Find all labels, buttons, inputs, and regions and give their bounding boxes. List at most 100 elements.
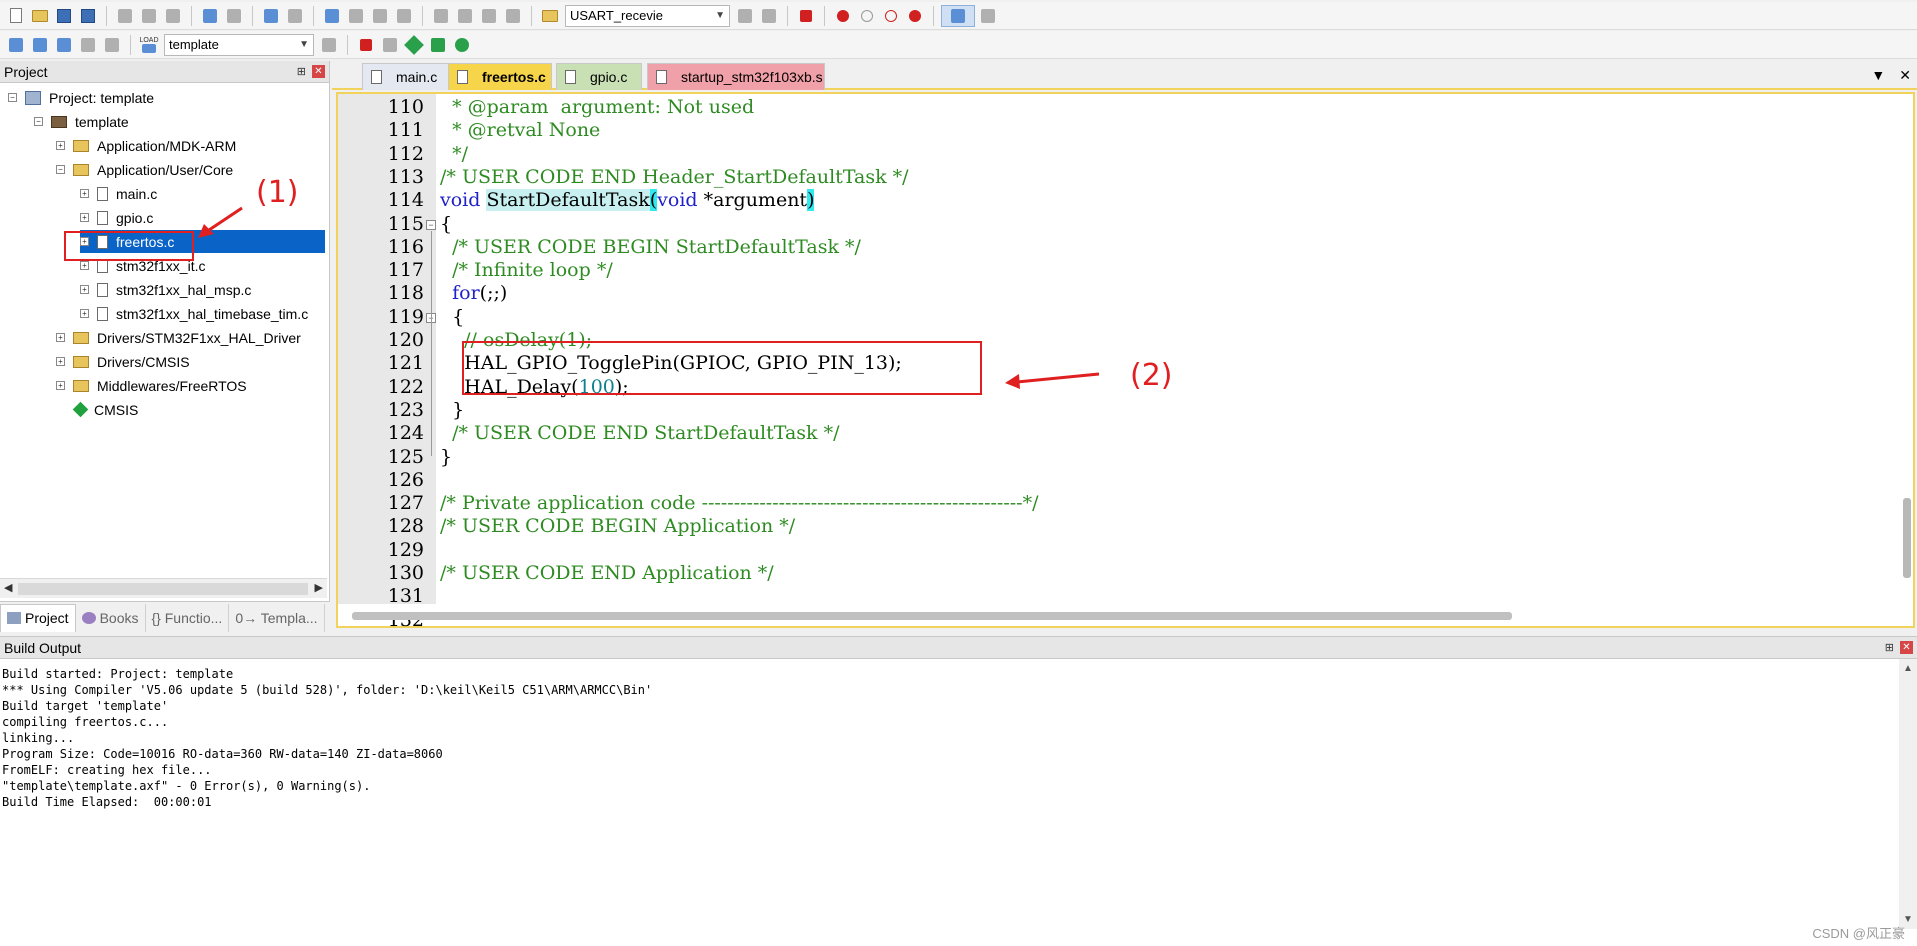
configure-icon[interactable] bbox=[977, 5, 999, 27]
tree-item[interactable]: − template bbox=[34, 110, 129, 133]
undo-icon[interactable] bbox=[199, 5, 221, 27]
tab-freertos-c[interactable]: freertos.c bbox=[448, 63, 552, 90]
tab-functions[interactable]: {} Functio... bbox=[146, 603, 230, 632]
code-line[interactable]: /* USER CODE BEGIN StartDefaultTask */ bbox=[440, 236, 861, 258]
close-icon[interactable]: ✕ bbox=[1900, 641, 1913, 654]
expand-icon[interactable]: + bbox=[80, 285, 89, 294]
scrollbar-track[interactable] bbox=[18, 583, 308, 595]
rebuild-icon[interactable] bbox=[53, 34, 75, 56]
tree-item[interactable]: CMSIS bbox=[56, 398, 138, 421]
window-layout-icon[interactable] bbox=[941, 4, 975, 27]
file-extensions-icon[interactable] bbox=[379, 34, 401, 56]
build-icon[interactable] bbox=[29, 34, 51, 56]
tree-item[interactable]: − Application/User/Core bbox=[56, 158, 233, 181]
collapse-icon[interactable]: − bbox=[56, 165, 65, 174]
code-line[interactable]: { bbox=[440, 306, 464, 328]
target-select[interactable]: template ▼ bbox=[164, 33, 314, 56]
tree-item[interactable]: − Project: template bbox=[8, 86, 154, 109]
tree-item[interactable]: + stm32f1xx_hal_msp.c bbox=[80, 278, 251, 301]
tab-books[interactable]: Books bbox=[76, 603, 146, 632]
cut-icon[interactable] bbox=[114, 5, 136, 27]
expand-icon[interactable]: + bbox=[80, 309, 89, 318]
scroll-up-icon[interactable]: ▲ bbox=[1903, 663, 1913, 674]
nav-forward-icon[interactable] bbox=[284, 5, 306, 27]
close-icon[interactable]: ✕ bbox=[312, 65, 325, 78]
code-line[interactable]: * @retval None bbox=[440, 119, 600, 141]
tree-item[interactable]: + Application/MDK-ARM bbox=[56, 134, 236, 157]
code-line[interactable]: for(;;) bbox=[440, 282, 507, 304]
tree-item[interactable]: + Drivers/STM32F1xx_HAL_Driver bbox=[56, 326, 301, 349]
breakpoint-clear-icon[interactable] bbox=[880, 5, 902, 27]
tree-item[interactable]: + stm32f1xx_hal_timebase_tim.c bbox=[80, 302, 308, 325]
code-line[interactable]: } bbox=[440, 399, 464, 421]
pin-icon[interactable]: ⊞ bbox=[1885, 641, 1894, 654]
editor-horizontal-scrollbar[interactable] bbox=[352, 612, 1512, 620]
editor-vertical-scrollbar[interactable] bbox=[1903, 498, 1911, 578]
debug-session-icon[interactable] bbox=[795, 5, 817, 27]
code-line[interactable]: /* USER CODE END Application */ bbox=[440, 562, 774, 584]
copy-icon[interactable] bbox=[138, 5, 160, 27]
bookmark-icon[interactable] bbox=[321, 5, 343, 27]
stop-build-icon[interactable] bbox=[101, 34, 123, 56]
tab-templates[interactable]: 0→ Templa... bbox=[229, 603, 325, 632]
pin-icon[interactable]: ⊞ bbox=[297, 65, 306, 78]
download-icon[interactable]: LOAD bbox=[138, 34, 160, 56]
batch-build-icon[interactable] bbox=[77, 34, 99, 56]
code-line[interactable]: */ bbox=[440, 143, 468, 165]
expand-icon[interactable]: + bbox=[80, 189, 89, 198]
project-horizontal-scrollbar[interactable]: ◀ ▶ bbox=[0, 578, 327, 598]
code-line[interactable]: { bbox=[440, 213, 452, 235]
redo-icon[interactable] bbox=[223, 5, 245, 27]
uncomment-icon[interactable] bbox=[502, 5, 524, 27]
browse-icon[interactable] bbox=[758, 5, 780, 27]
expand-icon[interactable]: + bbox=[80, 213, 89, 222]
code-line[interactable]: * @param argument: Not used bbox=[440, 96, 754, 118]
paste-icon[interactable] bbox=[162, 5, 184, 27]
scroll-left-icon[interactable]: ◀ bbox=[4, 581, 12, 594]
save-icon[interactable] bbox=[53, 5, 75, 27]
find-in-files-icon[interactable] bbox=[539, 5, 561, 27]
build-output-scrollbar[interactable]: ▲ ▼ bbox=[1899, 659, 1917, 929]
scroll-right-icon[interactable]: ▶ bbox=[315, 581, 323, 594]
fold-collapse-icon[interactable]: − bbox=[426, 219, 436, 230]
collapse-icon[interactable]: − bbox=[34, 117, 43, 126]
tab-startup-s[interactable]: startup_stm32f103xb.s bbox=[647, 63, 825, 90]
code-line[interactable]: /* Infinite loop */ bbox=[440, 259, 613, 281]
manage-project-icon[interactable] bbox=[355, 34, 377, 56]
tree-item[interactable]: + Drivers/CMSIS bbox=[56, 350, 190, 373]
code-line[interactable]: /* Private application code ------------… bbox=[440, 492, 1039, 514]
target-options-icon[interactable] bbox=[318, 34, 340, 56]
select-packs-icon[interactable] bbox=[427, 34, 449, 56]
code-line[interactable]: /* USER CODE END Header_StartDefaultTask… bbox=[440, 166, 909, 188]
tree-item[interactable]: + main.c bbox=[80, 182, 157, 205]
manage-rte-icon[interactable] bbox=[403, 34, 425, 56]
expand-icon[interactable]: + bbox=[56, 357, 65, 366]
pack-installer-icon[interactable] bbox=[451, 34, 473, 56]
indent-icon[interactable] bbox=[430, 5, 452, 27]
tree-item[interactable]: + Middlewares/FreeRTOS bbox=[56, 374, 247, 397]
tree-item[interactable]: + gpio.c bbox=[80, 206, 153, 229]
open-file-icon[interactable] bbox=[29, 5, 51, 27]
code-line[interactable]: } bbox=[440, 446, 452, 468]
breakpoint-disable-icon[interactable] bbox=[856, 5, 878, 27]
expand-icon[interactable]: + bbox=[80, 261, 89, 270]
code-line[interactable]: /* USER CODE END StartDefaultTask */ bbox=[440, 422, 839, 444]
nav-back-icon[interactable] bbox=[260, 5, 282, 27]
breakpoint-kill-icon[interactable] bbox=[904, 5, 926, 27]
code-line[interactable]: void StartDefaultTask(void *argument) bbox=[440, 189, 815, 212]
incremental-find-icon[interactable] bbox=[734, 5, 756, 27]
close-tab-icon[interactable]: ✕ bbox=[1899, 67, 1911, 84]
collapse-icon[interactable]: − bbox=[8, 93, 17, 102]
unindent-icon[interactable] bbox=[454, 5, 476, 27]
comment-icon[interactable] bbox=[478, 5, 500, 27]
bookmark-next-icon[interactable] bbox=[369, 5, 391, 27]
build-output-text[interactable]: Build started: Project: template *** Usin… bbox=[2, 666, 652, 810]
translate-icon[interactable] bbox=[5, 34, 27, 56]
expand-icon[interactable]: + bbox=[56, 333, 65, 342]
bookmark-clear-icon[interactable] bbox=[393, 5, 415, 27]
new-file-icon[interactable] bbox=[5, 5, 27, 27]
code-line[interactable]: /* USER CODE BEGIN Application */ bbox=[440, 515, 795, 537]
target-dropdown[interactable]: USART_recevie ▼ bbox=[565, 4, 730, 27]
tab-list-icon[interactable]: ▼ bbox=[1871, 67, 1885, 84]
breakpoint-icon[interactable] bbox=[832, 5, 854, 27]
